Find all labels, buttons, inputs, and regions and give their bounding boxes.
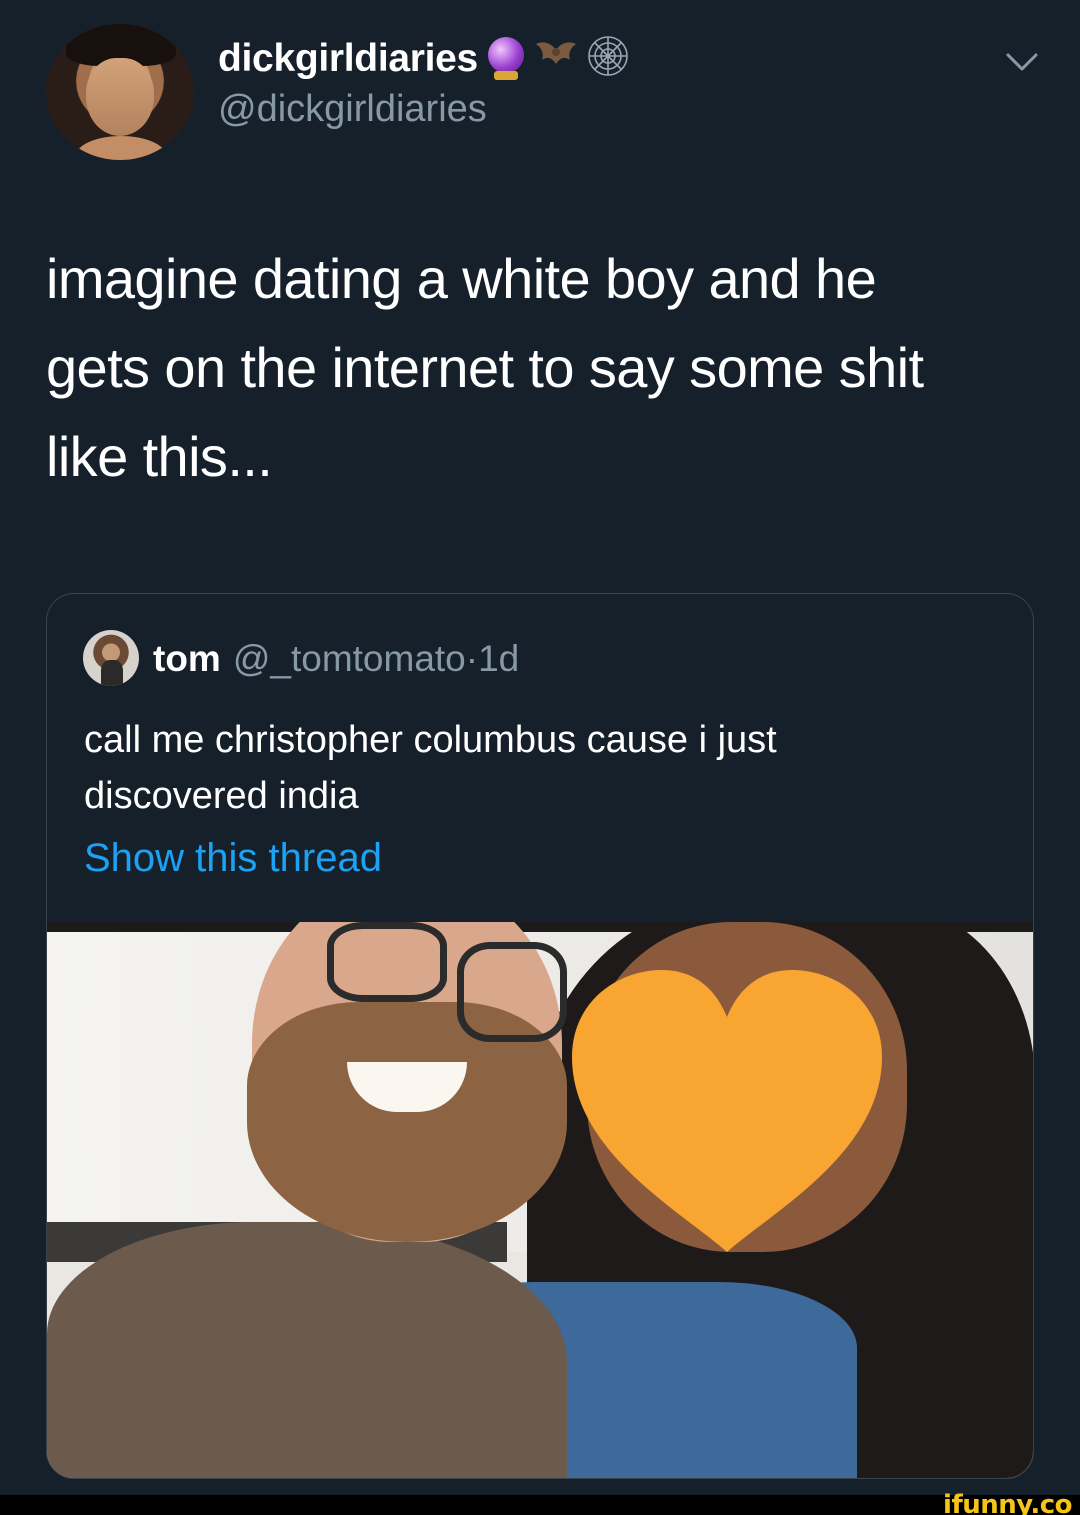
quoted-tweet[interactable]: tom @_tomtomato·1d call me christopher c…: [46, 593, 1034, 1479]
author-display-name[interactable]: dickgirldiaries: [218, 37, 478, 81]
watermark-logo: ifunny.co: [943, 1490, 1072, 1515]
quoted-handle-text[interactable]: @_tomtomato: [233, 638, 466, 679]
chevron-down-icon[interactable]: [1004, 44, 1040, 80]
bat-icon: [534, 36, 578, 82]
meta-separator: ·: [465, 638, 479, 679]
heart-icon: [572, 970, 882, 1252]
quoted-tweet-text: call me christopher columbus cause i jus…: [84, 719, 777, 817]
quoted-author-avatar[interactable]: [83, 630, 139, 686]
avatar-face: [86, 58, 154, 136]
author-avatar[interactable]: [46, 24, 194, 160]
footer-bar: [0, 1495, 1080, 1515]
author-handle[interactable]: @dickgirldiaries: [218, 88, 487, 131]
spider-web-icon: [586, 34, 630, 84]
author-name-row: dickgirldiaries: [218, 34, 630, 84]
tweet-text: imagine dating a white boy and he gets o…: [46, 247, 924, 488]
avatar-body: [76, 136, 166, 160]
quoted-author-handle: @_tomtomato·1d: [233, 638, 519, 680]
quoted-author-name[interactable]: tom: [153, 638, 221, 680]
quoted-timestamp[interactable]: 1d: [478, 638, 519, 679]
photo-glasses-right: [457, 942, 567, 1042]
show-thread-link[interactable]: Show this thread: [84, 836, 382, 881]
photo-glasses-left: [327, 922, 447, 1002]
tweet: dickgirldiaries @dickgirldiaries imagine…: [0, 0, 1080, 1495]
crystal-ball-icon: [486, 37, 526, 81]
quoted-tweet-photo[interactable]: [47, 922, 1033, 1478]
quoted-author-row: tom @_tomtomato·1d: [153, 634, 519, 684]
